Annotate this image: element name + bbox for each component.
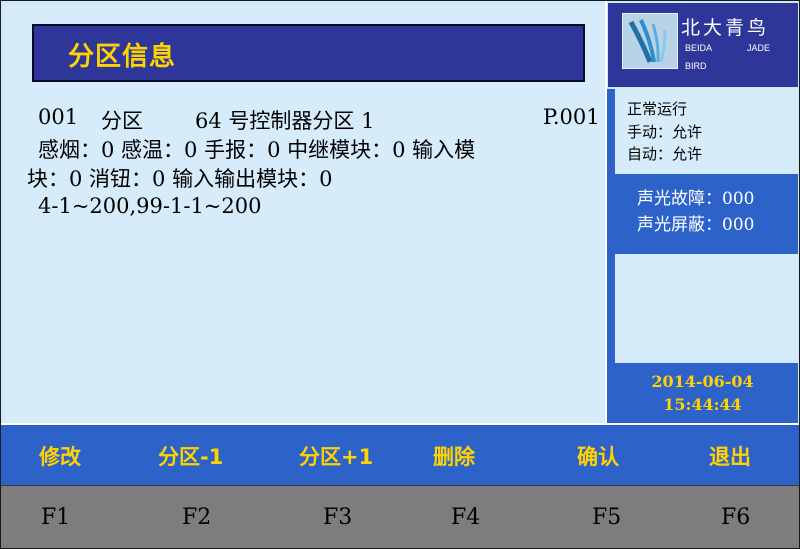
zone-name: 64 号控制器分区 1 [195,109,375,133]
f2-key[interactable]: F2 [182,505,211,530]
screen-frame: 分区信息 001 分区 64 号控制器分区 1 P.001 感烟：0 感温：0 … [0,0,800,549]
device-counts-line-2: 块：0 消钮：0 输入输出模块：0 [27,167,333,191]
brand-name-en-bottom: BIRD [685,61,707,71]
page-indicator: P.001 [543,105,600,129]
run-status: 正常运行 [627,100,688,118]
exit-button[interactable]: 退出 [709,441,751,471]
auto-status: 自动：允许 [627,145,703,163]
main-panel: 分区信息 001 分区 64 号控制器分区 1 P.001 感烟：0 感温：0 … [5,5,605,422]
beida-jade-bird-logo-icon [622,13,678,69]
delete-button[interactable]: 删除 [433,441,475,471]
sound-light-fault: 声光故障：000 [637,189,755,209]
current-time: 15:44:44 [663,395,742,414]
zone-next-button[interactable]: 分区+1 [299,441,373,471]
zone-number: 001 [38,105,79,129]
soft-menu-bar: 修改 分区-1 分区+1 删除 确认 退出 [1,423,799,485]
modify-button[interactable]: 修改 [39,441,81,471]
confirm-button[interactable]: 确认 [577,441,619,471]
title-bar: 分区信息 [32,24,585,82]
brand-name-cn: 北大青鸟 [681,17,770,39]
zone-prev-button[interactable]: 分区-1 [158,441,223,471]
device-counts-line-1: 感烟：0 感温：0 手报：0 中继模块：0 输入模 [38,138,476,162]
status-panel: 正常运行 手动：允许 自动：允许 [615,89,798,173]
f3-key[interactable]: F3 [323,505,352,530]
sound-light-panel: 声光故障：000 声光屏蔽：000 [615,174,798,254]
manual-status: 手动：允许 [627,123,703,141]
zone-type-label: 分区 [101,109,143,133]
datetime-panel: 2014-06-04 15:44:44 [607,363,798,423]
f5-key[interactable]: F5 [592,505,621,530]
f4-key[interactable]: F4 [451,505,480,530]
blank-panel [615,255,798,359]
brand-panel: 北大青鸟 BEIDA JADE BIRD [608,3,798,87]
brand-name-en-right: JADE [747,43,771,53]
brand-name-en-left: BEIDA [685,43,713,53]
page-title: 分区信息 [68,42,177,72]
sound-light-mask: 声光屏蔽：000 [637,215,755,235]
function-key-bar: F1 F2 F3 F4 F5 F6 [1,485,799,548]
f6-key[interactable]: F6 [721,505,750,530]
current-date: 2014-06-04 [651,372,754,391]
side-blue-strip [607,89,615,363]
f1-key[interactable]: F1 [41,505,70,530]
address-range: 4-1~200,99-1-1~200 [38,194,262,218]
